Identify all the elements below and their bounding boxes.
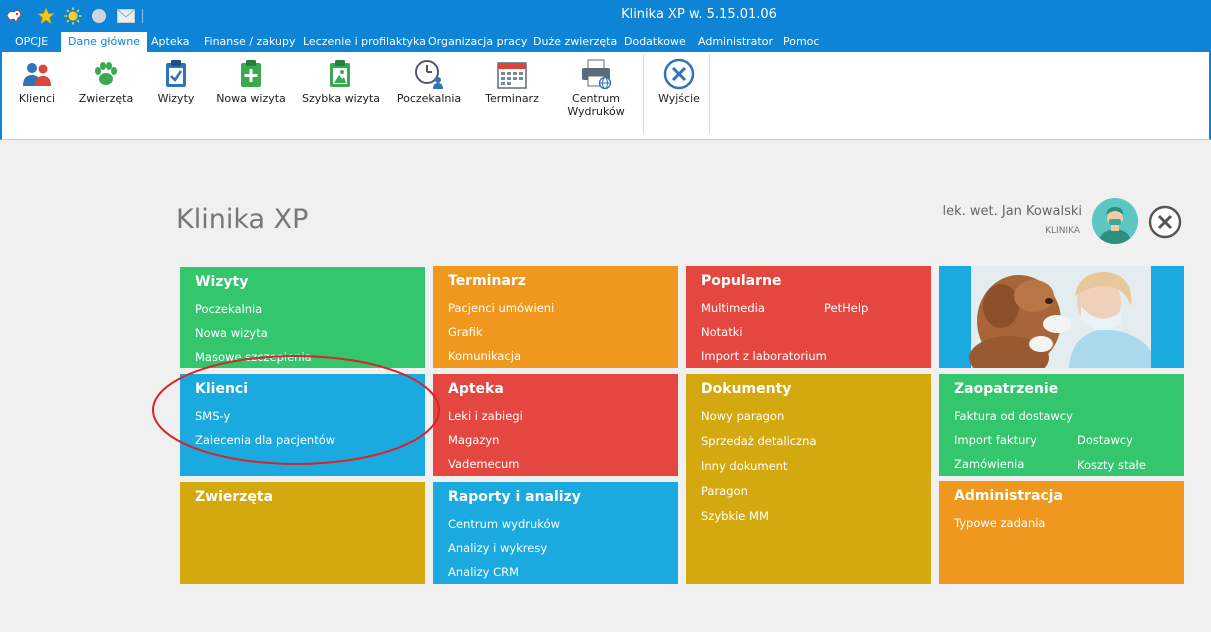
ribbon-wizyty-button[interactable]: Wizyty — [154, 58, 198, 105]
menu-pomoc[interactable]: Pomoc — [776, 32, 826, 52]
menu-finanse-zakupy[interactable]: Finanse / zakupy — [197, 32, 302, 52]
ribbon-wyjscie-label: Wyjście — [658, 92, 700, 105]
menu-duze-zwierzeta[interactable]: Duże zwierzęta — [526, 32, 624, 52]
link-inny-dokument[interactable]: Inny dokument — [701, 459, 787, 473]
link-leki-i-zabiegi[interactable]: Leki i zabiegi — [448, 409, 523, 423]
link-poczekalnia[interactable]: Poczekalnia — [195, 302, 262, 316]
link-magazyn[interactable]: Magazyn — [448, 433, 499, 447]
menu-apteka[interactable]: Apteka — [144, 32, 197, 52]
tile-dokumenty[interactable]: Dokumenty Nowy paragon Sprzedaż detalicz… — [686, 374, 931, 584]
ribbon-centrum-wydrukow-label: Centrum Wydruków — [567, 92, 625, 118]
ribbon-szybka-wizyta-button[interactable]: Szybka wizyta — [302, 58, 381, 105]
tile-dokumenty-title[interactable]: Dokumenty — [701, 381, 791, 397]
menu-bar: OPCJE Dane główne Apteka Finanse / zakup… — [0, 32, 1211, 52]
user-role: KLINIKA — [1045, 226, 1080, 236]
link-analizy-crm[interactable]: Analizy CRM — [448, 565, 519, 579]
tile-apteka[interactable]: Apteka Leki i zabiegi Magazyn Vademecum — [433, 374, 678, 476]
menu-dodatkowe[interactable]: Dodatkowe — [617, 32, 693, 52]
link-import-faktury[interactable]: Import faktury — [954, 433, 1037, 447]
menu-administrator[interactable]: Administrator — [691, 32, 780, 52]
tile-raporty-i-analizy[interactable]: Raporty i analizy Centrum wydruków Anali… — [433, 482, 678, 584]
ribbon-separator — [643, 54, 644, 134]
tile-wizyty-title[interactable]: Wizyty — [195, 274, 248, 290]
link-zamowienia[interactable]: Zamówienia — [954, 457, 1024, 471]
link-szybkie-mm[interactable]: Szybkie MM — [701, 509, 769, 523]
tile-zwierzeta-title[interactable]: Zwierzęta — [195, 489, 273, 505]
exit-icon — [663, 58, 695, 90]
tile-wizyty[interactable]: Wizyty Poczekalnia Nowa wizyta Masowe sz… — [180, 267, 425, 368]
link-masowe-szczepienia[interactable]: Masowe szczepienia — [195, 350, 312, 364]
tile-zaopatrzenie[interactable]: Zaopatrzenie Faktura od dostawcy Import … — [939, 374, 1184, 476]
ribbon-terminarz-button[interactable]: Terminarz — [484, 58, 540, 105]
link-faktura-od-dostawcy[interactable]: Faktura od dostawcy — [954, 409, 1073, 423]
menu-dane-glowne[interactable]: Dane główne — [61, 32, 148, 52]
window-title: Klinika XP w. 5.15.01.06 — [621, 7, 777, 22]
menu-leczenie-profilaktyka[interactable]: Leczenie i profilaktyka — [296, 32, 433, 52]
vet-photo-tile — [939, 266, 1184, 368]
link-komunikacja[interactable]: Komunikacja — [448, 349, 521, 363]
link-centrum-wydrukow[interactable]: Centrum wydruków — [448, 517, 560, 531]
link-multimedia[interactable]: Multimedia — [701, 301, 765, 315]
ribbon-terminarz-label: Terminarz — [485, 92, 539, 105]
quick-visit-icon — [324, 58, 356, 90]
tile-klienci-title[interactable]: Klienci — [195, 381, 248, 397]
ribbon-separator — [709, 54, 710, 134]
link-dostawcy[interactable]: Dostawcy — [1077, 433, 1133, 447]
tile-administracja[interactable]: Administracja Typowe zadania — [939, 481, 1184, 584]
tile-popularne-title[interactable]: Popularne — [701, 273, 781, 289]
ribbon-nowa-wizyta-label: Nowa wizyta — [216, 92, 286, 105]
ribbon-klienci-button[interactable]: Klienci — [14, 58, 60, 105]
paw-icon — [90, 58, 122, 90]
ribbon-zwierzeta-button[interactable]: Zwierzęta — [78, 58, 134, 105]
ribbon-klienci-label: Klienci — [18, 92, 56, 105]
menu-opcje[interactable]: OPCJE — [8, 32, 55, 52]
link-sms-y[interactable]: SMS-y — [195, 409, 230, 423]
link-pacjenci-umowieni[interactable]: Pacjenci umówieni — [448, 301, 554, 315]
tile-zwierzeta[interactable]: Zwierzęta — [180, 482, 425, 584]
ribbon-wyjscie-button[interactable]: Wyjście — [654, 58, 704, 105]
link-sprzedaz-detaliczna[interactable]: Sprzedaż detaliczna — [701, 434, 817, 448]
page-title: Klinika XP — [176, 204, 309, 235]
add-visit-icon — [235, 58, 267, 90]
title-bar: Klinika XP w. 5.15.01.06 — [0, 0, 1211, 32]
link-analizy-i-wykresy[interactable]: Analizy i wykresy — [448, 541, 547, 555]
clock-user-icon — [413, 58, 445, 90]
tile-terminarz[interactable]: Terminarz Pacjenci umówieni Grafik Komun… — [433, 266, 678, 368]
tile-klienci[interactable]: Klienci SMS-y Zalecenia dla pacjentów — [180, 374, 425, 476]
calendar-icon — [496, 58, 528, 90]
user-name: lek. wet. Jan Kowalski — [942, 204, 1082, 219]
ribbon-poczekalnia-label: Poczekalnia — [396, 92, 462, 105]
link-paragon[interactable]: Paragon — [701, 484, 748, 498]
tile-popularne[interactable]: Popularne Multimedia PetHelp Notatki Imp… — [686, 266, 931, 368]
tile-zaopatrzenie-title[interactable]: Zaopatrzenie — [954, 381, 1058, 397]
ribbon-poczekalnia-button[interactable]: Poczekalnia — [396, 58, 462, 105]
logout-icon[interactable] — [1148, 205, 1182, 239]
ribbon-toolbar: Klienci Zwierzęta Wizyty Nowa wizyta Szy… — [0, 52, 1211, 140]
link-import-z-laboratorium[interactable]: Import z laboratorium — [701, 349, 827, 363]
link-nowa-wizyta[interactable]: Nowa wizyta — [195, 326, 268, 340]
clients-icon — [21, 58, 53, 90]
tile-apteka-title[interactable]: Apteka — [448, 381, 504, 397]
link-vademecum[interactable]: Vademecum — [448, 457, 520, 471]
vet-with-dog-image — [939, 266, 1184, 368]
tile-terminarz-title[interactable]: Terminarz — [448, 273, 526, 289]
link-typowe-zadania[interactable]: Typowe zadania — [954, 516, 1045, 530]
ribbon-centrum-wydrukow-button[interactable]: Centrum Wydruków — [562, 58, 630, 118]
link-pethelp[interactable]: PetHelp — [824, 301, 868, 315]
ribbon-zwierzeta-label: Zwierzęta — [78, 92, 134, 105]
link-koszty-stale[interactable]: Koszty stałe — [1077, 458, 1146, 472]
tile-administracja-title[interactable]: Administracja — [954, 488, 1063, 504]
link-zalecenia-dla-pacjentow[interactable]: Zalecenia dla pacjentów — [195, 433, 335, 447]
ribbon-nowa-wizyta-button[interactable]: Nowa wizyta — [216, 58, 286, 105]
menu-organizacja-pracy[interactable]: Organizacja pracy — [421, 32, 534, 52]
link-grafik[interactable]: Grafik — [448, 325, 483, 339]
printer-icon — [580, 58, 612, 90]
link-nowy-paragon[interactable]: Nowy paragon — [701, 409, 784, 423]
avatar[interactable] — [1092, 198, 1138, 244]
link-notatki[interactable]: Notatki — [701, 325, 743, 339]
clipboard-check-icon — [160, 58, 192, 90]
ribbon-wizyty-label: Wizyty — [157, 92, 195, 105]
ribbon-szybka-wizyta-label: Szybka wizyta — [302, 92, 381, 105]
tile-raporty-title[interactable]: Raporty i analizy — [448, 489, 581, 505]
